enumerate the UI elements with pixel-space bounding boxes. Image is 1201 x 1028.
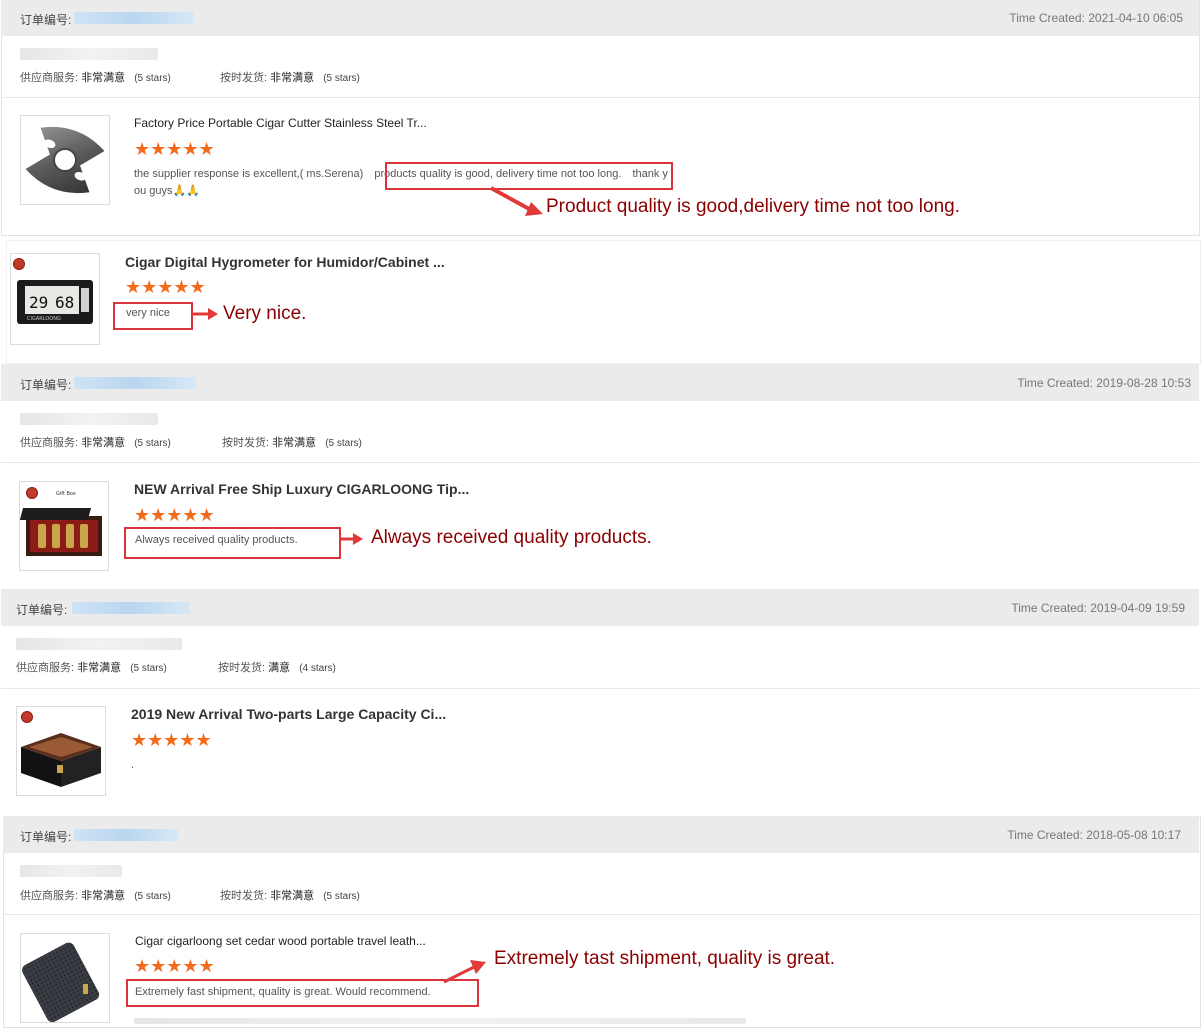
star-rating: ★★★★★: [134, 139, 215, 159]
highlight-box: [113, 302, 193, 330]
annotation-arrow: [443, 960, 486, 984]
rating-value: 非常满意: [270, 890, 315, 902]
annotation-text: Extremely tast shipment, quality is grea…: [494, 948, 836, 969]
rating-value: 非常满意: [77, 662, 122, 674]
brand-logo-icon: [13, 258, 25, 270]
rating-label: 按时发货:: [220, 890, 268, 902]
annotation-arrow: [339, 533, 363, 545]
highlight-box: [124, 527, 341, 559]
brand-logo-icon: [21, 711, 33, 723]
product-thumbnail-cigar-cutter[interactable]: [20, 115, 110, 205]
rating-value: 非常满意: [81, 72, 126, 84]
product-title[interactable]: Cigar Digital Hygrometer for Humidor/Cab…: [125, 254, 445, 270]
order-number-redacted: [74, 377, 196, 389]
time-created: Time Created: 2021-04-10 06:05: [1009, 11, 1183, 25]
cigar-cutter-image: [25, 126, 105, 194]
rating-label: 供应商服务:: [20, 890, 79, 902]
order-number-label: 订单编号:: [20, 13, 72, 27]
product-thumbnail-gift-box[interactable]: Gift Box: [19, 481, 109, 571]
star-rating: ★★★★★: [134, 505, 215, 525]
brand-logo-icon: [26, 487, 38, 499]
rating-label: 按时发货:: [218, 662, 266, 674]
star-rating: ★★★★★: [134, 956, 215, 976]
rating-label: 按时发货:: [220, 72, 268, 84]
svg-text:Gift Box: Gift Box: [56, 491, 76, 497]
rating-value: 满意: [268, 662, 291, 674]
buyer-name-redacted: [20, 865, 122, 877]
order-number-label: 订单编号:: [20, 830, 72, 844]
rating-label: 供应商服务:: [16, 662, 75, 674]
svg-text:68: 68: [55, 293, 74, 312]
rating-stars-count: (5 stars): [325, 438, 362, 449]
product-title[interactable]: NEW Arrival Free Ship Luxury CIGARLOONG …: [134, 481, 469, 497]
svg-text:29: 29: [29, 293, 48, 312]
divider: [1, 688, 1199, 689]
divider: [1, 97, 1199, 98]
rating-stars-count: (5 stars): [130, 663, 167, 674]
rating-stars-count: (5 stars): [323, 73, 360, 84]
svg-text:CIGARLOONG: CIGARLOONG: [27, 316, 61, 322]
travel-case-image: [22, 942, 100, 1022]
review-text-part: the supplier response is excellent,( ms.…: [134, 168, 364, 180]
buyer-name-redacted: [20, 413, 158, 425]
product-thumbnail-travel-case[interactable]: [20, 933, 110, 1023]
rating-stars-count: (5 stars): [134, 73, 171, 84]
order-number-redacted: [74, 12, 194, 24]
buyer-name-redacted: [20, 48, 158, 60]
star-rating: ★★★★★: [131, 730, 212, 750]
time-created: Time Created: 2019-08-28 10:53: [1017, 376, 1191, 390]
order-number-label: 订单编号:: [16, 603, 68, 617]
rating-stars-count: (5 stars): [134, 438, 171, 449]
supplier-service-rating: 供应商服务: 非常满意 (5 stars): [20, 69, 171, 85]
rating-stars-count: (5 stars): [134, 891, 171, 902]
redacted-line: [134, 1018, 746, 1024]
product-title[interactable]: Factory Price Portable Cigar Cutter Stai…: [134, 116, 427, 130]
supplier-service-rating: 供应商服务: 非常满意 (5 stars): [20, 887, 171, 903]
on-time-delivery-rating: 按时发货: 满意 (4 stars): [218, 659, 336, 675]
divider: [3, 914, 1199, 915]
rating-value: 非常满意: [81, 890, 126, 902]
annotation-arrow: [192, 308, 218, 320]
order-number-label: 订单编号:: [20, 378, 72, 392]
rating-label: 按时发货:: [222, 437, 270, 449]
on-time-delivery-rating: 按时发货: 非常满意 (5 stars): [220, 69, 360, 85]
on-time-delivery-rating: 按时发货: 非常满意 (5 stars): [220, 887, 360, 903]
product-title[interactable]: 2019 New Arrival Two-parts Large Capacit…: [131, 706, 446, 722]
rating-stars-count: (5 stars): [323, 891, 360, 902]
product-thumbnail-humidor[interactable]: [16, 706, 106, 796]
annotation-text: Very nice.: [223, 303, 307, 324]
supplier-service-rating: 供应商服务: 非常满意 (5 stars): [16, 659, 167, 675]
rating-label: 供应商服务:: [20, 72, 79, 84]
order-number-redacted: [72, 602, 190, 614]
review-text: .: [131, 759, 135, 771]
highlight-box: [126, 979, 479, 1007]
hygrometer-image: 29 68 CIGARLOONG: [17, 280, 93, 324]
rating-label: 供应商服务:: [20, 437, 79, 449]
product-title[interactable]: Cigar cigarloong set cedar wood portable…: [135, 934, 426, 948]
review-text-part: ou guys🙏🙏: [134, 185, 200, 197]
on-time-delivery-rating: 按时发货: 非常满意 (5 stars): [222, 434, 362, 450]
time-created: Time Created: 2018-05-08 10:17: [1007, 828, 1181, 842]
annotation-arrow: [490, 186, 543, 216]
supplier-service-rating: 供应商服务: 非常满意 (5 stars): [20, 434, 171, 450]
product-thumbnail-hygrometer[interactable]: 29 68 CIGARLOONG: [10, 253, 100, 345]
annotation-text: Always received quality products.: [371, 527, 652, 548]
rating-value: 非常满意: [272, 437, 317, 449]
annotation-text: Product quality is good,delivery time no…: [546, 196, 961, 217]
order-number-redacted: [74, 829, 178, 841]
star-rating: ★★★★★: [125, 277, 206, 297]
rating-stars-count: (4 stars): [299, 663, 336, 674]
rating-value: 非常满意: [81, 437, 126, 449]
rating-value: 非常满意: [270, 72, 315, 84]
divider: [1, 462, 1199, 463]
buyer-name-redacted: [16, 638, 182, 650]
time-created: Time Created: 2019-04-09 19:59: [1011, 601, 1185, 615]
